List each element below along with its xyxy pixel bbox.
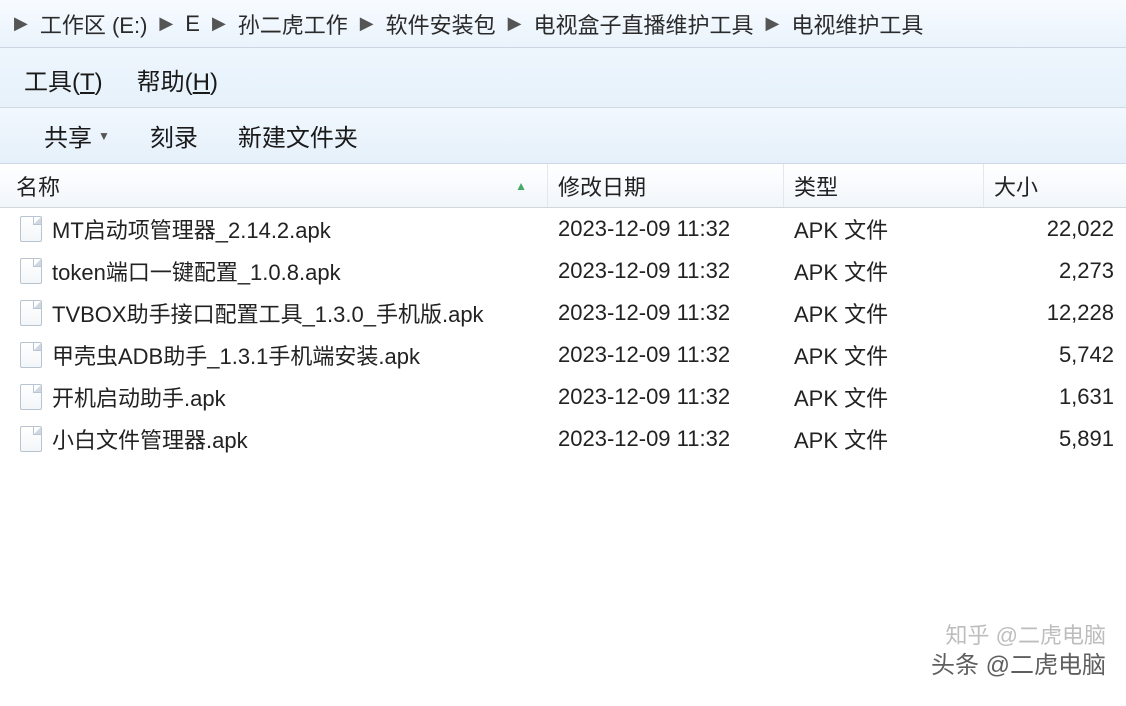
breadcrumb-item[interactable]: 软件安装包 — [386, 8, 496, 40]
menu-help-label: 帮助 — [137, 69, 185, 96]
chevron-right-icon: ▶ — [506, 13, 524, 34]
file-size: 1,631 — [984, 384, 1126, 410]
file-type: APK 文件 — [784, 255, 984, 287]
file-name: MT启动项管理器_2.14.2.apk — [52, 213, 331, 245]
column-header-size-label: 大小 — [994, 170, 1038, 202]
file-date: 2023-12-09 11:32 — [548, 426, 784, 452]
file-row[interactable]: token端口一键配置_1.0.8.apk 2023-12-09 11:32 A… — [0, 250, 1126, 292]
file-size: 22,022 — [984, 216, 1126, 242]
column-header-row: 名称 ▲ 修改日期 类型 大小 — [0, 164, 1126, 208]
watermark-text: 知乎 @二虎电脑 — [946, 618, 1106, 650]
file-type: APK 文件 — [784, 423, 984, 455]
file-name: token端口一键配置_1.0.8.apk — [52, 255, 341, 287]
column-header-name-label: 名称 — [16, 170, 60, 202]
breadcrumb-item[interactable]: 孙二虎工作 — [238, 8, 348, 40]
chevron-right-icon: ▶ — [210, 13, 228, 34]
file-size: 5,891 — [984, 426, 1126, 452]
breadcrumb-item[interactable]: 电视维护工具 — [791, 8, 923, 40]
sort-ascending-icon: ▲ — [515, 179, 527, 193]
file-name: 开机启动助手.apk — [52, 381, 226, 413]
file-date: 2023-12-09 11:32 — [548, 216, 784, 242]
menu-tools-accel: T — [80, 69, 95, 96]
file-row[interactable]: 小白文件管理器.apk 2023-12-09 11:32 APK 文件 5,89… — [0, 418, 1126, 460]
file-name: TVBOX助手接口配置工具_1.3.0_手机版.apk — [52, 297, 484, 329]
file-name: 小白文件管理器.apk — [52, 423, 248, 455]
column-header-type-label: 类型 — [794, 170, 838, 202]
column-header-name[interactable]: 名称 ▲ — [0, 164, 548, 207]
breadcrumb-bar[interactable]: ▶ 工作区 (E:) ▶ E ▶ 孙二虎工作 ▶ 软件安装包 ▶ 电视盒子直播维… — [0, 0, 1126, 48]
file-row[interactable]: TVBOX助手接口配置工具_1.3.0_手机版.apk 2023-12-09 1… — [0, 292, 1126, 334]
burn-button[interactable]: 刻录 — [150, 118, 198, 153]
file-date: 2023-12-09 11:32 — [548, 384, 784, 410]
watermark-text: 头条 @二虎电脑 — [931, 645, 1106, 680]
file-size: 12,228 — [984, 300, 1126, 326]
chevron-right-icon: ▶ — [12, 13, 30, 34]
menu-bar: 工具(T) 帮助(H) — [0, 48, 1126, 108]
menu-help-accel: H — [193, 69, 210, 96]
file-row[interactable]: MT启动项管理器_2.14.2.apk 2023-12-09 11:32 APK… — [0, 208, 1126, 250]
share-button[interactable]: 共享 ▼ — [44, 118, 110, 153]
file-type: APK 文件 — [784, 297, 984, 329]
file-type: APK 文件 — [784, 339, 984, 371]
file-type: APK 文件 — [784, 213, 984, 245]
file-name: 甲壳虫ADB助手_1.3.1手机端安装.apk — [52, 339, 420, 371]
file-icon — [20, 342, 42, 368]
new-folder-label: 新建文件夹 — [238, 118, 358, 153]
share-label: 共享 — [44, 118, 92, 153]
file-icon — [20, 384, 42, 410]
toolbar: 共享 ▼ 刻录 新建文件夹 — [0, 108, 1126, 164]
file-type: APK 文件 — [784, 381, 984, 413]
file-row[interactable]: 开机启动助手.apk 2023-12-09 11:32 APK 文件 1,631 — [0, 376, 1126, 418]
column-header-date-label: 修改日期 — [558, 170, 646, 202]
file-list: MT启动项管理器_2.14.2.apk 2023-12-09 11:32 APK… — [0, 208, 1126, 460]
breadcrumb-item[interactable]: 工作区 (E:) — [40, 8, 148, 40]
file-date: 2023-12-09 11:32 — [548, 300, 784, 326]
dropdown-caret-icon: ▼ — [98, 129, 110, 143]
burn-label: 刻录 — [150, 118, 198, 153]
file-row[interactable]: 甲壳虫ADB助手_1.3.1手机端安装.apk 2023-12-09 11:32… — [0, 334, 1126, 376]
breadcrumb-item[interactable]: E — [185, 11, 200, 37]
file-size: 5,742 — [984, 342, 1126, 368]
file-date: 2023-12-09 11:32 — [548, 258, 784, 284]
column-header-date[interactable]: 修改日期 — [548, 164, 784, 207]
column-header-type[interactable]: 类型 — [784, 164, 984, 207]
chevron-right-icon: ▶ — [358, 13, 376, 34]
file-icon — [20, 300, 42, 326]
file-date: 2023-12-09 11:32 — [548, 342, 784, 368]
chevron-right-icon: ▶ — [157, 13, 175, 34]
new-folder-button[interactable]: 新建文件夹 — [238, 118, 358, 153]
menu-tools-label: 工具 — [24, 69, 72, 96]
file-icon — [20, 216, 42, 242]
column-header-size[interactable]: 大小 — [984, 164, 1126, 207]
menu-tools[interactable]: 工具(T) — [24, 62, 103, 97]
file-icon — [20, 426, 42, 452]
chevron-right-icon: ▶ — [764, 13, 782, 34]
menu-help[interactable]: 帮助(H) — [137, 62, 218, 97]
file-icon — [20, 258, 42, 284]
breadcrumb-item[interactable]: 电视盒子直播维护工具 — [534, 8, 754, 40]
file-size: 2,273 — [984, 258, 1126, 284]
